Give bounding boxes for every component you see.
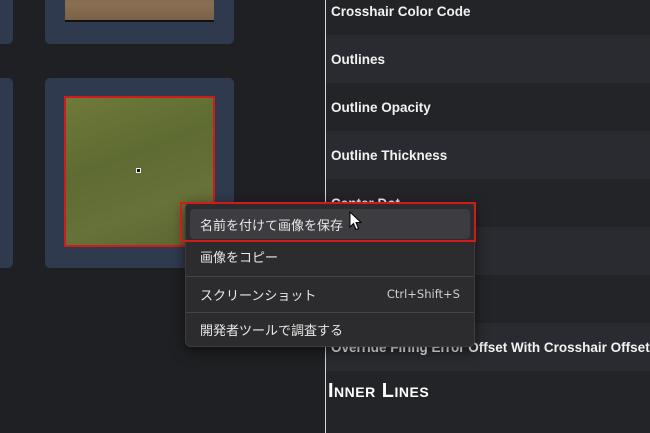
menu-item-inspect[interactable]: 開発者ツールで調査する: [190, 314, 470, 344]
setting-outline-opacity[interactable]: Outline Opacity: [326, 83, 650, 131]
tile-top[interactable]: [45, 0, 234, 44]
setting-label: Outlines: [331, 51, 386, 67]
context-menu: 名前を付けて画像を保存 画像をコピー スクリーンショット Ctrl+Shift+…: [185, 202, 475, 347]
menu-item-copy-image[interactable]: 画像をコピー: [190, 241, 470, 271]
tile-partial-left-top[interactable]: [0, 0, 13, 44]
menu-item-save-image-as[interactable]: 名前を付けて画像を保存: [190, 209, 470, 239]
menu-item-label: 開発者ツールで調査する: [200, 323, 344, 339]
app-window: Crosshair Color Code Outlines Outline Op…: [0, 0, 650, 433]
menu-separator: [186, 276, 474, 277]
menu-item-label: スクリーンショット: [200, 288, 317, 304]
menu-separator: [186, 312, 474, 313]
setting-label: Outline Opacity: [331, 99, 431, 115]
tile-top-image[interactable]: [65, 0, 214, 22]
section-heading-inner-lines: Inner Lines: [328, 380, 430, 402]
setting-outline-thickness[interactable]: Outline Thickness: [326, 131, 650, 179]
setting-outlines[interactable]: Outlines: [326, 35, 650, 83]
menu-item-shortcut: Ctrl+Shift+S: [386, 287, 460, 301]
tile-partial-left[interactable]: [0, 78, 13, 268]
mouse-pointer-icon: [349, 211, 363, 231]
setting-crosshair-color-code[interactable]: Crosshair Color Code: [326, 0, 650, 35]
menu-item-label: 名前を付けて画像を保存: [200, 218, 344, 234]
menu-item-label: 画像をコピー: [200, 250, 279, 266]
menu-item-screenshot[interactable]: スクリーンショット Ctrl+Shift+S: [190, 279, 470, 309]
setting-label: Outline Thickness: [331, 147, 448, 163]
setting-label: Crosshair Color Code: [331, 3, 471, 19]
crosshair-center-dot: [136, 168, 141, 173]
